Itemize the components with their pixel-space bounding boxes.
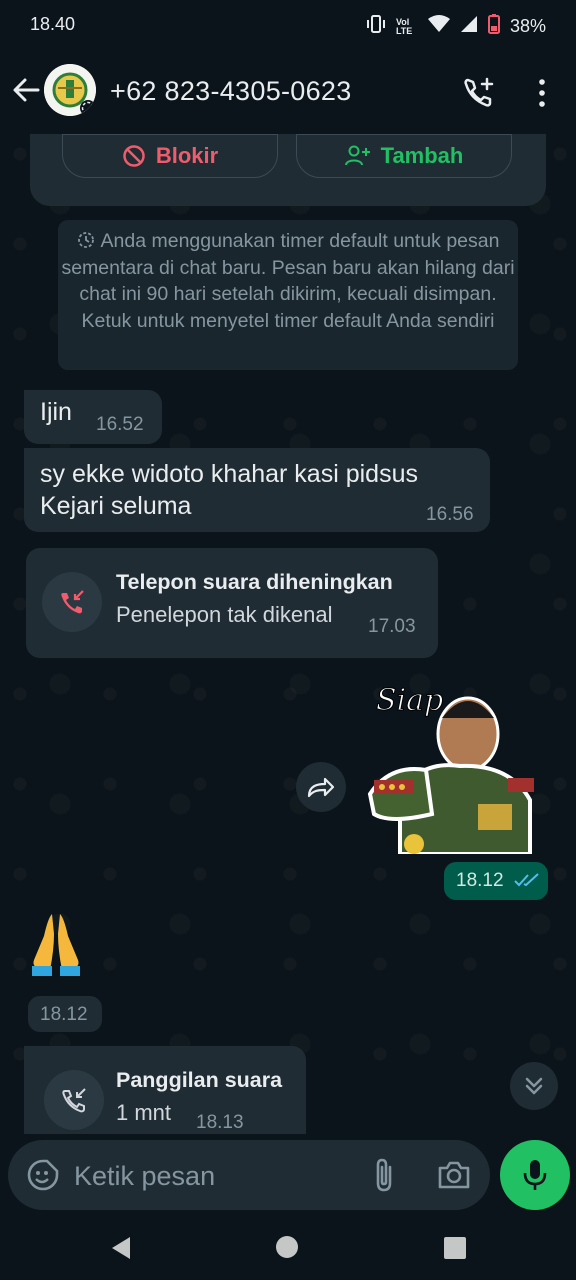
call-title: Telepon suara diheningkan	[116, 570, 393, 594]
camera-icon[interactable]	[436, 1157, 472, 1193]
chat-area[interactable]: Blokir Tambah Anda menggunakan timer def…	[0, 134, 576, 1134]
add-call-icon[interactable]	[462, 76, 496, 110]
sticker-emoji-icon[interactable]	[26, 1158, 60, 1192]
double-chevron-down-icon	[525, 1077, 543, 1095]
block-button[interactable]: Blokir	[62, 134, 278, 178]
attach-icon[interactable]	[370, 1157, 400, 1193]
message-bubble-in[interactable]: Ijin 16.52	[24, 390, 162, 444]
battery-percent: 38%	[509, 16, 546, 36]
wifi-icon	[427, 15, 450, 38]
missed-call-icon	[42, 572, 102, 632]
read-ticks-icon	[514, 873, 539, 887]
system-nav-bar	[0, 1216, 576, 1280]
message-time: 17.03	[368, 616, 416, 637]
timer-icon	[77, 232, 94, 248]
status-bar: 18.40 Vol LTE 38%	[0, 0, 576, 50]
message-time: 16.56	[426, 504, 474, 525]
status-icons: Vol LTE 38%	[366, 14, 546, 39]
microphone-button[interactable]	[500, 1140, 570, 1210]
contact-actions-card: Blokir Tambah	[30, 134, 546, 206]
folded-hands-emoji[interactable]	[30, 910, 82, 976]
battery-icon	[487, 14, 500, 39]
incoming-call-icon	[44, 1070, 104, 1130]
disappearing-note-text: Anda menggunakan timer default untuk pes…	[61, 230, 515, 332]
outgoing-time-badge: 18.12	[444, 862, 548, 900]
message-time: 18.12	[456, 870, 504, 891]
voice-call-bubble[interactable]: Panggilan suara 1 mnt 18.13	[24, 1046, 306, 1134]
call-subtitle: 1 mnt	[116, 1100, 172, 1125]
avatar[interactable]	[44, 64, 96, 116]
scroll-to-bottom-button[interactable]	[510, 1062, 558, 1110]
contact-name[interactable]: +62 823-4305-0623	[110, 76, 352, 107]
message-time: 18.13	[196, 1112, 244, 1133]
signal-icon	[460, 15, 478, 38]
missed-call-bubble[interactable]: Telepon suara diheningkan Penelepon tak …	[26, 548, 438, 658]
vibrate-icon	[366, 14, 386, 39]
message-composer	[8, 1140, 490, 1210]
status-time: 18.40	[30, 14, 76, 34]
volte-icon: Vol LTE	[395, 16, 413, 36]
chat-header: +62 823-4305-0623	[0, 50, 576, 134]
sticker-message[interactable]: Siap	[360, 674, 536, 856]
sticker-text: Siap	[376, 683, 443, 718]
call-subtitle: Penelepon tak dikenal	[116, 602, 333, 627]
incoming-time-badge: 18.12	[28, 996, 102, 1032]
add-label: Tambah	[380, 143, 464, 168]
nav-recents-icon[interactable]	[444, 1237, 466, 1259]
block-label: Blokir	[155, 143, 219, 168]
microphone-icon	[523, 1160, 547, 1190]
add-contact-button[interactable]: Tambah	[296, 134, 512, 178]
more-vert-icon[interactable]	[532, 76, 552, 110]
message-time: 16.52	[96, 414, 144, 435]
message-text: Ijin	[40, 398, 72, 426]
add-person-icon	[344, 145, 370, 166]
disappearing-messages-note[interactable]: Anda menggunakan timer default untuk pes…	[58, 220, 518, 370]
message-input[interactable]	[72, 1154, 366, 1198]
forward-icon[interactable]	[296, 762, 346, 812]
message-bubble-in[interactable]: sy ekke widoto khahar kasi pidsus Kejari…	[24, 448, 490, 532]
call-title: Panggilan suara	[116, 1068, 283, 1092]
message-time: 18.12	[40, 1004, 88, 1025]
nav-home-icon[interactable]	[276, 1236, 298, 1258]
back-arrow-icon[interactable]	[12, 76, 40, 104]
nav-back-icon[interactable]	[110, 1236, 132, 1265]
block-icon	[123, 145, 145, 167]
message-text: sy ekke widoto khahar kasi pidsus Kejari…	[40, 460, 418, 520]
